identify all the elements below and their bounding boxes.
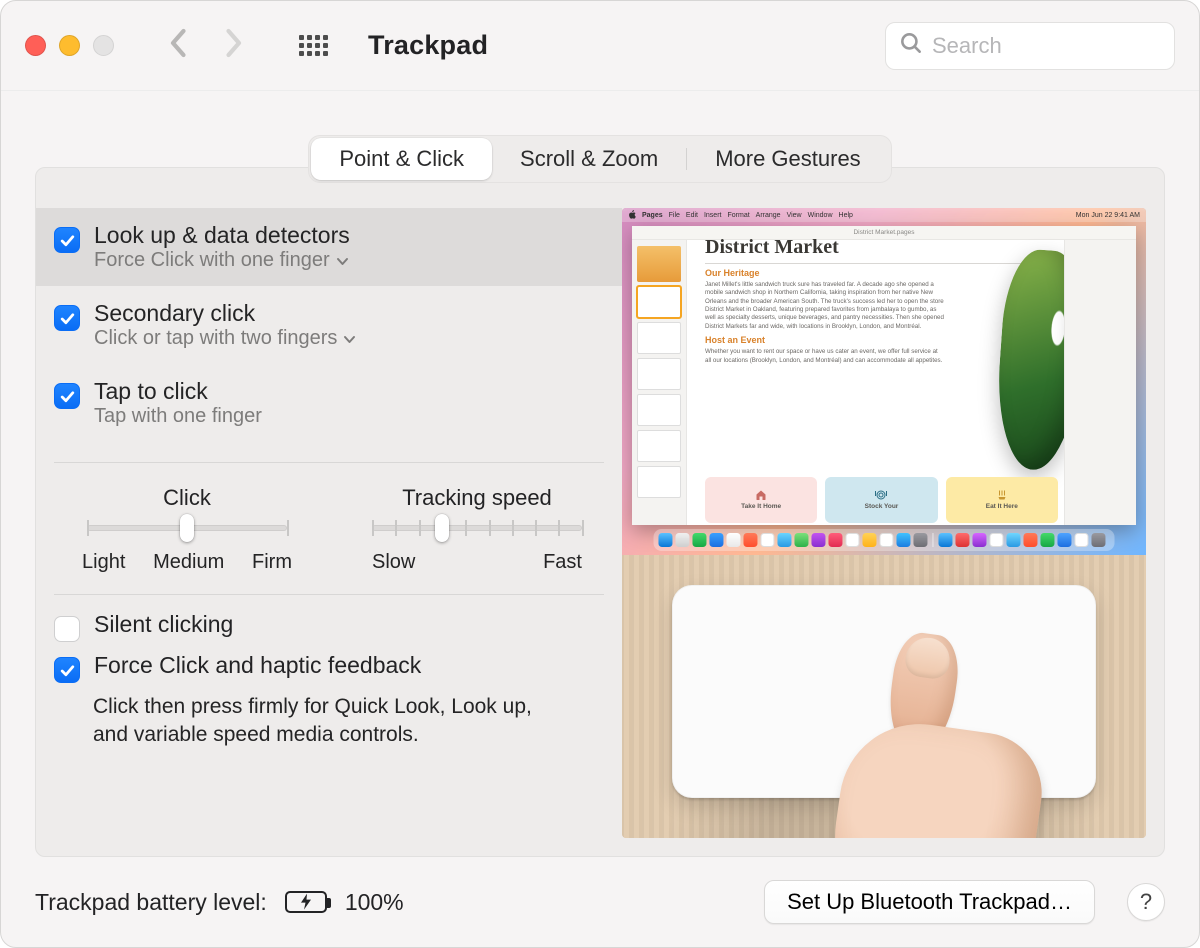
option-lookup[interactable]: Look up & data detectors Force Click wit… [36,208,622,286]
battery-icon [285,891,327,913]
preview-thumb-sidebar [632,226,687,525]
prefs-window: Trackpad Point & Click Scroll & Zoom Mor… [0,0,1200,948]
chevron-down-icon [336,249,349,272]
settings-left: Look up & data detectors Force Click wit… [36,168,622,856]
preview-menubar: Pages File Edit Insert Format Arrange Vi… [622,208,1146,222]
forward-button[interactable] [222,28,244,63]
checkbox-force-click[interactable] [54,657,80,683]
option-secondary-sub[interactable]: Click or tap with two fingers [94,327,356,350]
preview-h1: District Market [705,236,1054,264]
setup-bluetooth-trackpad-button[interactable]: Set Up Bluetooth Trackpad… [764,880,1095,924]
chevron-down-icon [343,327,356,350]
help-button[interactable]: ? [1127,883,1165,921]
checkbox-tap-to-click[interactable] [54,383,80,409]
slider-click: Click Light Medium Firm [82,485,292,574]
battery-label: Trackpad battery level: [35,889,267,916]
zoom-window-button[interactable] [93,35,114,56]
slider-tracking: Tracking speed Slow Fast [362,485,592,574]
slider-click-track[interactable] [87,525,287,531]
preview-cards: Take It Home Stock Your Eat It Here [705,477,1058,523]
option-force-click[interactable]: Force Click and haptic feedback [54,652,604,683]
minimize-window-button[interactable] [59,35,80,56]
divider [54,594,604,595]
slider-click-mid: Medium [153,551,224,574]
sliders-row: Click Light Medium Firm Tracking speed [36,471,622,574]
preview-desk [622,555,1146,839]
settings-pane: Look up & data detectors Force Click wit… [35,167,1165,857]
window-title: Trackpad [368,30,488,61]
tab-point-click[interactable]: Point & Click [311,138,492,180]
nav-buttons [168,28,244,63]
label-silent-clicking: Silent clicking [94,611,233,638]
checkbox-silent-clicking[interactable] [54,616,80,642]
search-input[interactable] [932,33,1200,59]
tab-more-gestures[interactable]: More Gestures [687,138,889,180]
preview-p2: Whether you want to rent our space or ha… [705,348,945,365]
preview-app-name: Pages [642,212,663,219]
search-field[interactable] [885,22,1175,70]
preview-screen: Pages File Edit Insert Format Arrange Vi… [622,208,1146,555]
close-window-button[interactable] [25,35,46,56]
checkbox-lookup[interactable] [54,227,80,253]
label-force-click: Force Click and haptic feedback [94,652,421,679]
battery-percent: 100% [345,889,404,916]
option-lookup-sub[interactable]: Force Click with one finger [94,249,350,272]
slider-tracking-max: Fast [543,551,582,574]
slider-click-knob[interactable] [180,514,194,542]
option-secondary-click[interactable]: Secondary click Click or tap with two fi… [36,286,622,364]
slider-tracking-track[interactable] [372,525,582,531]
preview-h2a: Our Heritage [705,268,1054,278]
slider-click-min: Light [82,551,125,574]
footer: Trackpad battery level: 100% Set Up Blue… [1,857,1199,947]
option-tap-sub: Tap with one finger [94,405,262,428]
tabs-segmented: Point & Click Scroll & Zoom More Gesture… [1,91,1199,173]
option-secondary-title: Secondary click [94,300,356,327]
back-button[interactable] [168,28,190,63]
divider [54,462,604,463]
checkbox-secondary-click[interactable] [54,305,80,331]
option-silent-clicking[interactable]: Silent clicking [54,611,604,642]
preview-dock [653,529,1114,551]
battery-indicator: 100% [285,889,404,916]
gesture-preview: Pages File Edit Insert Format Arrange Vi… [622,208,1146,838]
option-tap-title: Tap to click [94,378,262,405]
slider-click-label: Click [163,485,211,511]
preview-p1: Janet Millet's little sandwich truck sur… [705,281,945,331]
slider-click-max: Firm [252,551,292,574]
search-icon [898,30,924,61]
toolbar: Trackpad [1,1,1199,91]
slider-tracking-label: Tracking speed [402,485,552,511]
slider-tracking-knob[interactable] [435,514,449,542]
option-lookup-title: Look up & data detectors [94,222,350,249]
option-tap-to-click[interactable]: Tap to click Tap with one finger [36,364,622,442]
slider-tracking-min: Slow [372,551,415,574]
window-controls [25,35,114,56]
preview-format-panel [1064,226,1136,525]
show-all-prefs-button[interactable] [298,31,328,61]
bolt-icon [299,894,313,910]
tab-scroll-zoom[interactable]: Scroll & Zoom [492,138,686,180]
apple-menu-icon [628,210,636,221]
preview-zucchini-image [992,247,1064,472]
force-click-description: Click then press firmly for Quick Look, … [93,693,533,750]
preview-document-window: District Market.pages District Market Ou… [632,226,1136,525]
